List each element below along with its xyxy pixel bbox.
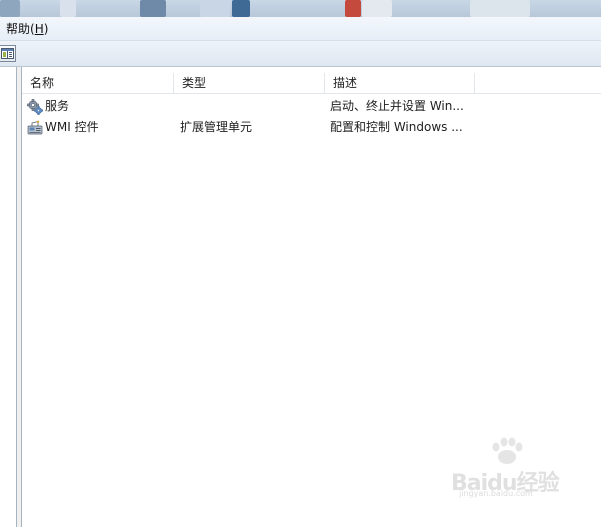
toolbar bbox=[0, 41, 601, 67]
bg-blob bbox=[232, 0, 250, 17]
console-tree-pane[interactable] bbox=[0, 67, 17, 527]
column-header-type[interactable]: 类型 bbox=[174, 73, 325, 93]
row-description-cell: 启动、终止并设置 Win... bbox=[330, 99, 464, 113]
menu-bar: 帮助(H) bbox=[0, 17, 601, 41]
row-name-cell: WMI 控件 bbox=[27, 117, 172, 138]
bg-blob bbox=[60, 0, 76, 17]
bg-blob bbox=[0, 0, 20, 17]
bg-blob bbox=[362, 0, 392, 17]
desktop-background-strip bbox=[0, 0, 601, 17]
row-name-cell: 服务 bbox=[27, 96, 172, 117]
row-type-cell: 扩展管理单元 bbox=[180, 120, 253, 134]
list-header: 名称 类型 描述 bbox=[22, 73, 601, 94]
row-name-text: WMI 控件 bbox=[45, 120, 99, 134]
row-name-text: 服务 bbox=[45, 99, 70, 113]
bg-blob bbox=[200, 0, 230, 17]
wmi-control-icon bbox=[27, 120, 43, 135]
baidu-jingyan-watermark: Baidu经验 jingyan.baidu.com bbox=[451, 437, 571, 499]
bg-blob bbox=[140, 0, 166, 17]
row-type-cell bbox=[180, 96, 320, 117]
menu-help-accel: H bbox=[34, 22, 44, 36]
column-header-description[interactable]: 描述 bbox=[325, 73, 475, 93]
paw-logo-icon bbox=[492, 437, 523, 464]
show-hide-action-pane-button[interactable] bbox=[0, 45, 16, 62]
column-header-name[interactable]: 名称 bbox=[22, 73, 174, 93]
mmc-window: 帮助(H) 名称 类型 描述 服务 启动、终止并设置 Win... WMI 控件… bbox=[0, 0, 601, 527]
list-row-wmi-control[interactable]: WMI 控件 扩展管理单元 配置和控制 Windows ... bbox=[22, 117, 482, 138]
watermark-url-text: jingyan.baidu.com bbox=[459, 489, 533, 498]
menu-help-label: 帮助( bbox=[6, 22, 35, 36]
menu-help-close: ) bbox=[43, 22, 49, 36]
menu-help[interactable]: 帮助(H) bbox=[4, 21, 50, 37]
bg-blob bbox=[345, 0, 361, 17]
list-row-services[interactable]: 服务 启动、终止并设置 Win... bbox=[22, 96, 482, 117]
gears-services-icon bbox=[27, 99, 43, 115]
bg-blob bbox=[470, 0, 530, 17]
row-description-cell: 配置和控制 Windows ... bbox=[330, 120, 463, 134]
show-hide-pane-icon bbox=[1, 48, 14, 59]
